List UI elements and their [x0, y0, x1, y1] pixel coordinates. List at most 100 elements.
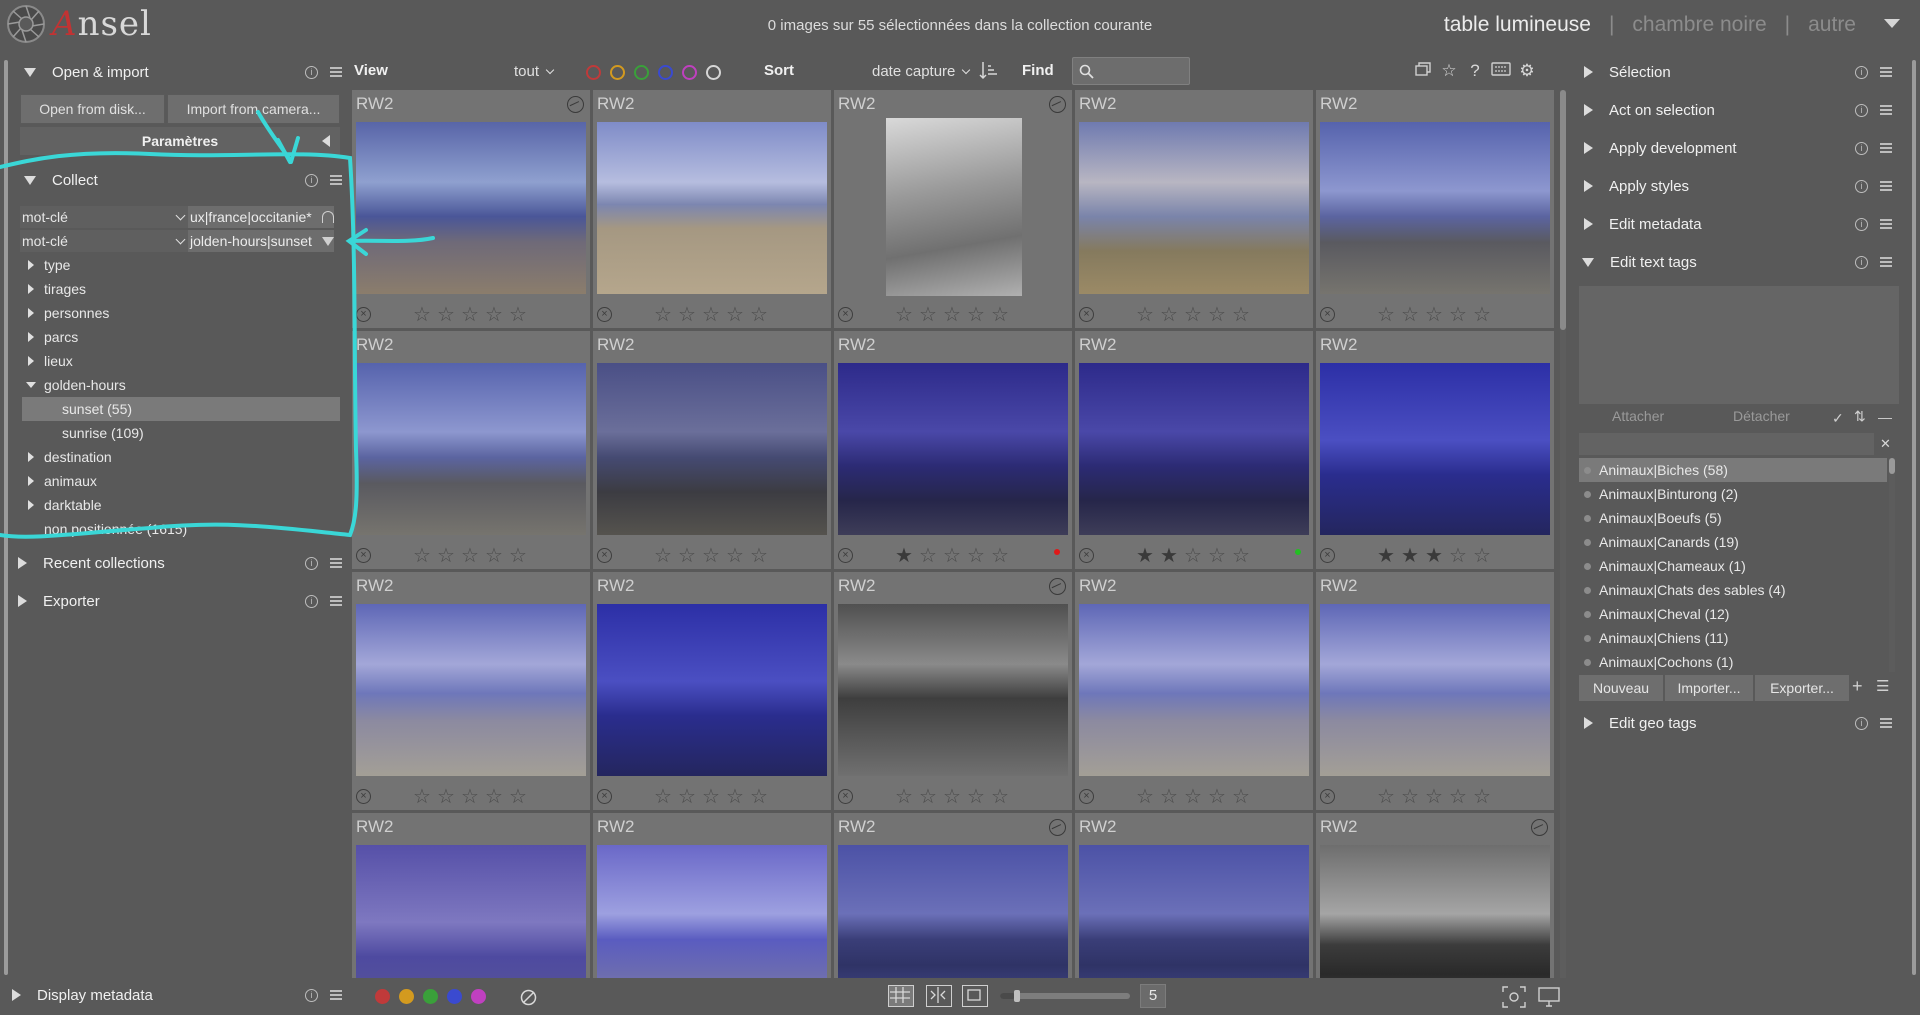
tree-item[interactable]: non positionnée (1615) [22, 517, 340, 541]
star-icon[interactable]: ☆ [723, 786, 747, 808]
gear-icon[interactable]: ⚙ [1516, 60, 1538, 82]
thumbnail[interactable]: RW2×☆☆☆☆☆ [1075, 90, 1313, 328]
star-icon[interactable]: ☆ [1133, 304, 1157, 326]
thumbnail-image[interactable] [1320, 122, 1550, 294]
thumbnail[interactable]: RW2×☆☆☆☆☆ [1075, 572, 1313, 810]
color-filter-toggle[interactable] [658, 65, 673, 80]
tag-list-item[interactable]: Animaux|Chats des sables (4) [1579, 578, 1887, 602]
thumbnail-image[interactable] [886, 118, 1022, 296]
collapsed-icon[interactable] [28, 356, 34, 366]
thumbnail-image[interactable] [597, 845, 827, 978]
tree-item[interactable]: sunset (55) [22, 397, 340, 421]
star-icon[interactable]: ☆ [482, 786, 506, 808]
presets-menu-icon[interactable] [330, 67, 342, 77]
thumbnail[interactable]: RW2×☆☆☆☆☆ [352, 813, 590, 978]
list-view-icon[interactable]: ☰ [1876, 677, 1889, 695]
info-icon[interactable]: i [305, 65, 318, 79]
module-header[interactable]: Edit text tags i [1580, 247, 1892, 277]
color-filter-toggle[interactable] [682, 65, 697, 80]
display-profile-icon[interactable] [1538, 986, 1560, 1008]
star-icon[interactable]: ★ [1157, 545, 1181, 567]
star-icon[interactable]: ☆ [892, 786, 916, 808]
star-icon[interactable]: ☆ [1446, 786, 1470, 808]
color-filter-toggle[interactable] [586, 65, 601, 80]
color-filter-toggle[interactable] [706, 65, 721, 80]
thumbnail[interactable]: RW2×☆☆☆☆☆ [834, 572, 1072, 810]
tag-list-item[interactable]: Animaux|Binturong (2) [1579, 482, 1887, 506]
reject-icon[interactable]: × [1079, 307, 1094, 322]
keyboard-shortcuts-icon[interactable] [1490, 60, 1512, 82]
star-icon[interactable]: ☆ [675, 786, 699, 808]
info-icon[interactable]: i [305, 988, 318, 1002]
star-icon[interactable]: ★ [1374, 545, 1398, 567]
tree-item[interactable]: animaux [22, 469, 340, 493]
tree-item[interactable]: destination [22, 445, 340, 469]
tree-item[interactable]: sunrise (109) [22, 421, 340, 445]
altered-history-icon[interactable] [1049, 819, 1066, 836]
star-icon[interactable]: ☆ [410, 545, 434, 567]
star-icon[interactable]: ☆ [1205, 545, 1229, 567]
collapsed-icon[interactable] [28, 452, 34, 462]
module-recent-collections-header[interactable]: Recent collections i [14, 548, 342, 578]
star-icon[interactable]: ☆ [1446, 545, 1470, 567]
zoom-entry[interactable]: 5 [1140, 984, 1166, 1008]
star-icon[interactable]: ☆ [1205, 304, 1229, 326]
reject-icon[interactable]: × [356, 548, 371, 563]
star-icon[interactable]: ★ [1422, 545, 1446, 567]
sort-tags-icon[interactable]: ⇅ [1854, 408, 1866, 425]
star-icon[interactable]: ☆ [988, 545, 1012, 567]
expanded-icon[interactable] [26, 382, 36, 388]
star-icon[interactable]: ☆ [988, 304, 1012, 326]
rule-property-select[interactable]: mot-clé [20, 206, 188, 228]
star-icon[interactable]: ☆ [892, 304, 916, 326]
sort-select[interactable]: date capture [872, 63, 971, 80]
star-icon[interactable]: ☆ [410, 786, 434, 808]
left-panel-collapse-bar[interactable] [4, 60, 8, 975]
rule-menu-icon[interactable] [322, 237, 334, 246]
thumbnail[interactable]: RW2 × ★ ☆ ☆ ☆ ☆ [834, 331, 1072, 569]
sort-order-icon[interactable] [978, 60, 1000, 82]
module-header[interactable]: Apply styles i [1580, 171, 1892, 201]
star-icon[interactable]: ☆ [1446, 304, 1470, 326]
star-icon[interactable]: ☆ [410, 304, 434, 326]
star-icon[interactable]: ★ [892, 545, 916, 567]
presets-menu-icon[interactable] [330, 558, 342, 568]
star-icon[interactable]: ☆ [675, 545, 699, 567]
star-icon[interactable]: ☆ [506, 304, 530, 326]
import-from-camera-button[interactable]: Import from camera... [167, 94, 340, 124]
thumbnail[interactable]: RW2 × ★ ★ ☆ ☆ ☆ [1075, 331, 1313, 569]
color-label-button[interactable] [375, 989, 390, 1004]
tree-item[interactable]: darktable [22, 493, 340, 517]
star-icon[interactable]: ☆ [1374, 304, 1398, 326]
star-icon[interactable]: ☆ [699, 786, 723, 808]
star-icon[interactable]: ☆ [916, 545, 940, 567]
info-icon[interactable]: i [1855, 179, 1868, 193]
scrollbar-thumb[interactable] [1889, 458, 1895, 474]
star-icon[interactable]: ☆ [940, 545, 964, 567]
star-icon[interactable]: ☆ [1470, 786, 1494, 808]
thumbnail-image[interactable] [1079, 845, 1309, 978]
star-icon[interactable]: ☆ [1374, 786, 1398, 808]
module-export-header[interactable]: Exporter i [14, 586, 342, 616]
view-darkroom[interactable]: chambre noire [1632, 13, 1766, 37]
thumbnail-image[interactable] [356, 604, 586, 776]
star-icon[interactable]: ☆ [651, 545, 675, 567]
filter-select[interactable]: tout [514, 63, 555, 80]
info-icon[interactable]: i [1855, 103, 1868, 117]
info-icon[interactable]: i [1855, 65, 1868, 79]
reject-icon[interactable]: × [356, 307, 371, 322]
thumbnail-image[interactable] [356, 363, 586, 535]
focus-peaking-icon[interactable] [1502, 986, 1526, 1008]
clear-color-labels-icon[interactable] [520, 989, 537, 1006]
altered-history-icon[interactable] [567, 96, 584, 113]
thumbnail[interactable]: RW2×☆☆☆☆☆ [593, 813, 831, 978]
star-icon[interactable]: ☆ [506, 545, 530, 567]
tree-item[interactable]: type [22, 253, 340, 277]
altered-history-icon[interactable] [1049, 578, 1066, 595]
presets-menu-icon[interactable] [1880, 105, 1892, 115]
scrollbar-thumb[interactable] [1560, 90, 1566, 330]
presets-menu-icon[interactable] [1880, 67, 1892, 77]
thumbnail[interactable]: RW2×☆☆☆☆☆ [834, 90, 1072, 328]
star-icon[interactable]: ☆ [916, 786, 940, 808]
reject-icon[interactable]: × [838, 307, 853, 322]
